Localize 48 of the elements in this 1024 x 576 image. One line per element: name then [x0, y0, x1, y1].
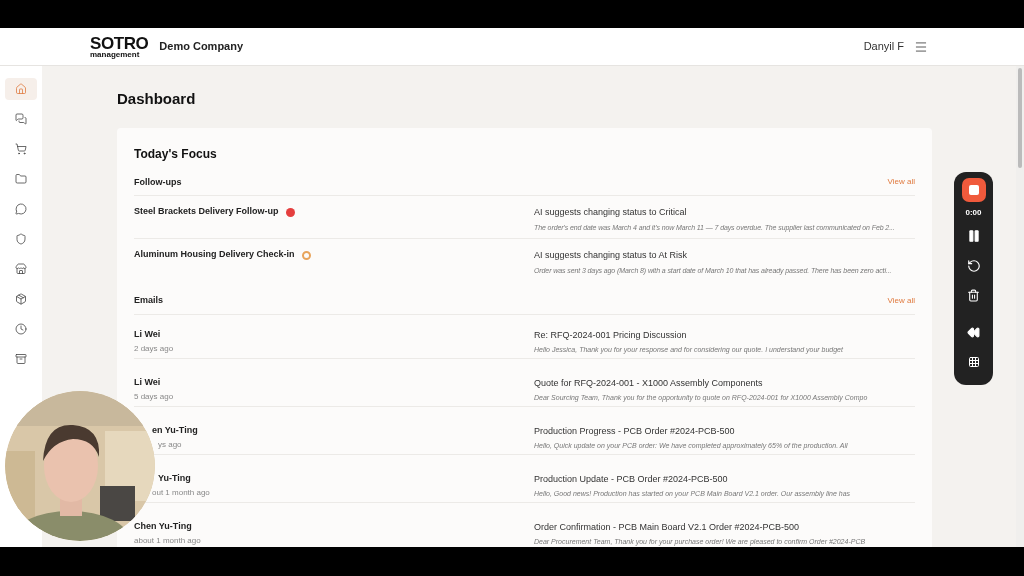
rewind-icon[interactable]: [967, 326, 980, 339]
page-title: Dashboard: [117, 89, 197, 109]
email-subject: Production Progress - PCB Order #2024-PCB-500: [534, 424, 736, 438]
recording-time: 0:00: [965, 207, 982, 219]
cart-icon: [15, 143, 27, 155]
follow-up-title: Aluminum Housing Delivery Check-in: [134, 248, 295, 262]
email-sender: Yu-Ting: [157, 472, 192, 484]
grid-icon[interactable]: [967, 356, 980, 368]
email-time: 2 days ago: [134, 342, 175, 354]
email-subject: Re: RFQ-2024-001 Pricing Discussion: [534, 328, 688, 342]
sidebar-item[interactable]: [5, 78, 37, 100]
scrollbar[interactable]: [1016, 66, 1024, 547]
email-subject: Order Confirmation - PCB Main Board V2.1 Order #2024-PCB-500: [534, 520, 801, 534]
logo-subtitle: management: [90, 50, 141, 59]
email-time: 5 days ago: [134, 390, 175, 402]
email-subject: Quote for RFQ-2024-001 - X1000 Assembly Components: [534, 376, 764, 390]
email-sender: en Yu-Ting: [151, 424, 199, 436]
delete-icon[interactable]: [967, 289, 980, 302]
section-title: Follow-ups: [134, 175, 182, 189]
section-title: Emails: [134, 294, 164, 307]
email-time: out 1 month ago: [151, 486, 211, 498]
menu-icon[interactable]: [914, 39, 928, 54]
shield-icon: [15, 233, 27, 245]
stop-button[interactable]: [961, 178, 986, 202]
box-icon: [15, 293, 27, 305]
chat-bubbles-icon: [15, 113, 27, 125]
pause-icon[interactable]: [966, 229, 981, 243]
email-sender: Chen Yu-Ting: [134, 520, 193, 532]
archive-icon: [15, 353, 27, 365]
follow-up-title: Steel Brackets Delivery Follow-up: [134, 205, 279, 219]
store-icon: [15, 263, 27, 275]
company-name: Demo Company: [159, 39, 244, 55]
clock-icon: [15, 323, 27, 335]
logo: SOTRO: [90, 34, 149, 52]
suggestion-title: AI suggests changing status to Critical: [534, 206, 688, 219]
chat-icon: [15, 203, 27, 215]
folder-icon: [15, 173, 27, 185]
email-subject: Production Update - PCB Order #2024-PCB-500: [534, 472, 729, 486]
restart-icon[interactable]: [966, 259, 981, 273]
user-name[interactable]: Danyil F: [863, 38, 904, 55]
email-time: ys ago: [157, 438, 183, 450]
email-time: about 1 month ago: [134, 534, 202, 546]
card-title: Today's Focus: [134, 145, 218, 163]
suggestion-title: AI suggests changing status to At Risk: [534, 249, 689, 262]
email-sender: Li Wei: [134, 328, 162, 340]
stop-icon: [968, 185, 979, 195]
email-sender: Li Wei: [134, 376, 162, 388]
home-icon: [15, 83, 27, 95]
